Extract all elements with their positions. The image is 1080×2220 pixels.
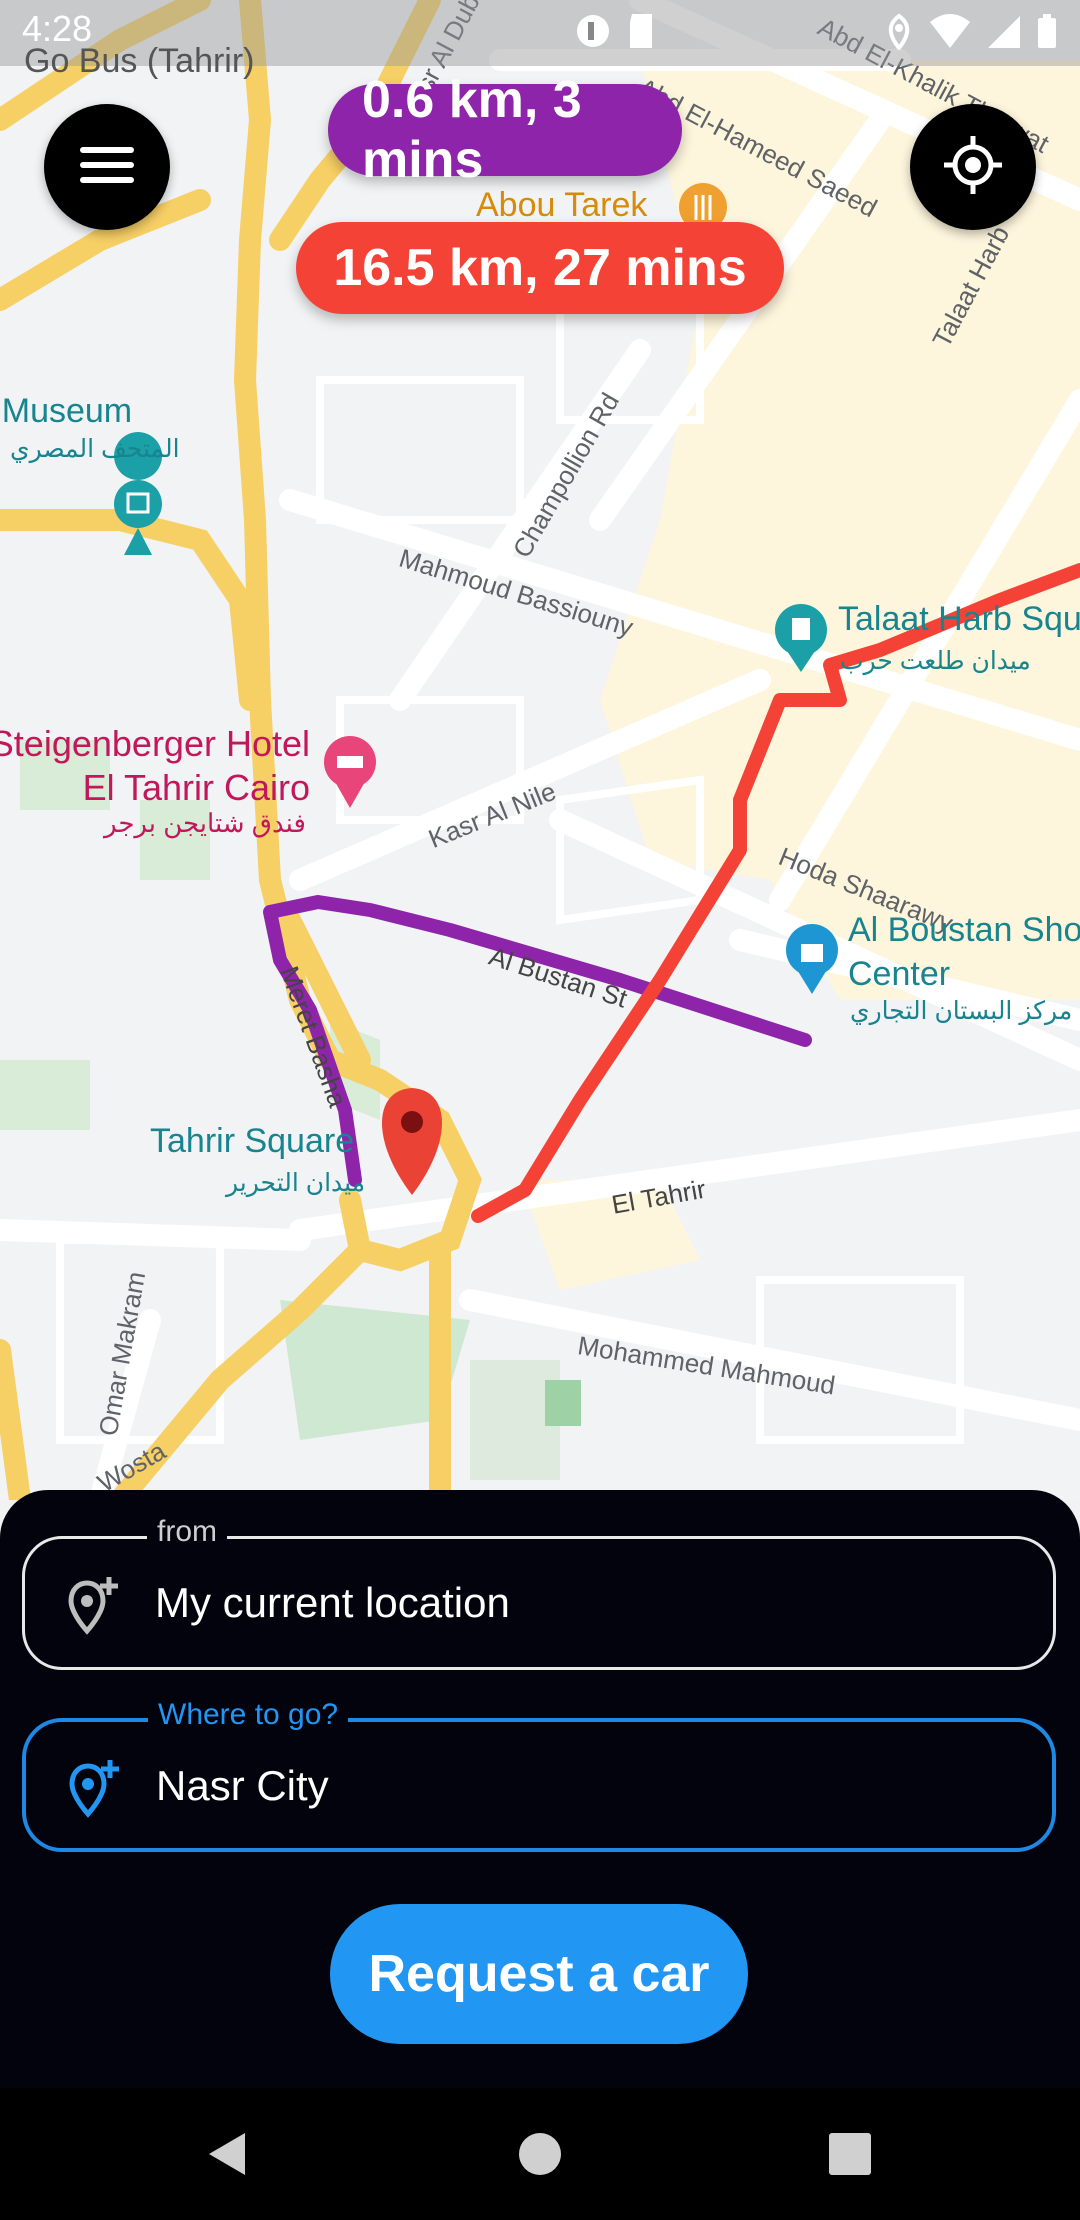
walking-route-summary[interactable]: 0.6 km, 3 mins [328,71,682,189]
back-icon[interactable] [196,2124,256,2184]
poi-label: Egyptian Museum [0,392,133,430]
poi-label: مركز البستان التجاري [850,997,1073,1025]
poi-label: Steigenberger Hotel El Tahrir Cairo [0,723,310,808]
add-location-icon [63,1575,123,1640]
home-icon[interactable] [510,2124,570,2184]
driving-route-summary[interactable]: 16.5 km, 27 mins [296,222,784,314]
destination-field-label: Where to go? [148,1698,349,1732]
poi-label: المتحف المصري [10,435,180,463]
recents-icon[interactable] [820,2124,880,2184]
sd-card-icon [626,12,656,55]
destination-field[interactable]: Where to go? Nasr City [22,1698,1056,1852]
wifi-icon [928,12,972,55]
system-nav-bar [0,2088,1080,2220]
poi-label: Al Boustan Shopping Center [848,911,1080,993]
poi-label: Tahrir Square [150,1122,355,1160]
poi-label: Talaat Harb Square [838,600,1080,638]
request-car-button[interactable]: Request a car [330,1904,748,2044]
poi-label: ميدان طلعت حرب [840,647,1031,675]
from-field[interactable]: from My current location [22,1515,1056,1670]
destination-field-value[interactable]: Nasr City [156,1762,329,1810]
my-location-icon [942,134,1004,201]
status-icons [574,12,1058,55]
my-location-button[interactable] [910,104,1036,230]
add-location-icon [64,1758,124,1823]
location-icon [884,12,914,55]
battery-icon [1036,12,1058,55]
app-title: Go Bus (Tahrir) [24,42,255,80]
from-field-label: from [147,1515,227,1549]
app-notification-icon [574,12,612,55]
from-field-value[interactable]: My current location [155,1579,510,1627]
poi-label: Abou Tarek [476,186,648,224]
menu-icon [80,145,134,190]
signal-icon [986,12,1022,55]
poi-label: فندق شتايجن برجر [104,808,306,838]
menu-button[interactable] [44,104,170,230]
poi-label: ميدان التحرير [226,1169,366,1197]
